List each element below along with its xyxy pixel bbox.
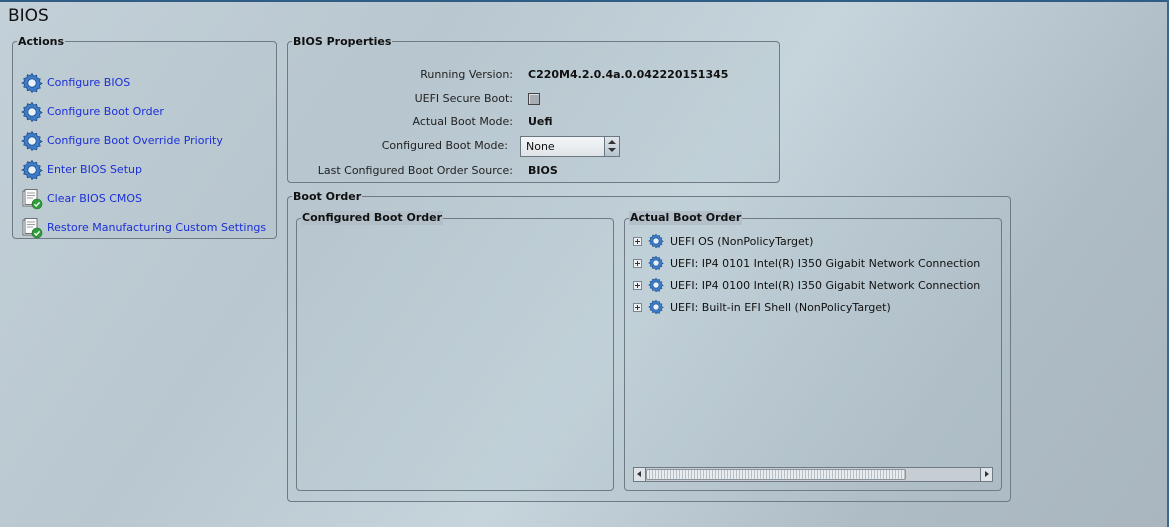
horizontal-scrollbar[interactable]: [633, 467, 993, 482]
actual-boot-order-legend: Actual Boot Order: [629, 211, 743, 225]
running-version-value: C220M4.2.0.4a.0.042220151345: [528, 68, 729, 81]
uefi-secure-boot-checkbox[interactable]: [528, 93, 540, 105]
configured-boot-mode-row: Configured Boot Mode: None: [288, 136, 777, 157]
tree-item-label: UEFI: IP4 0101 Intel(R) I350 Gigabit Net…: [670, 256, 981, 270]
clear-bios-cmos-link[interactable]: Clear BIOS CMOS: [21, 184, 266, 213]
expand-icon[interactable]: [633, 258, 642, 268]
running-version-row: Running Version: C220M4.2.0.4a.0.0422201…: [288, 67, 777, 83]
last-source-label: Last Configured Boot Order Source:: [317, 164, 513, 177]
last-source-value: BIOS: [528, 164, 558, 177]
boot-order-legend: Boot Order: [293, 190, 362, 203]
actions-legend: Actions: [18, 35, 64, 48]
expand-icon[interactable]: [633, 302, 642, 312]
tree-item-label: UEFI: IP4 0100 Intel(R) I350 Gigabit Net…: [670, 278, 981, 292]
restore-document-icon: [22, 217, 43, 238]
gear-icon: [648, 299, 664, 315]
uefi-secure-boot-label: UEFI Secure Boot:: [414, 92, 513, 105]
configured-boot-mode-select[interactable]: None: [520, 136, 620, 157]
gear-icon: [648, 233, 664, 249]
boot-order-panel: Boot Order Configured Boot Order Actual …: [287, 190, 1011, 502]
gear-icon: [21, 101, 43, 122]
gear-icon: [21, 159, 43, 180]
actual-boot-mode-row: Actual Boot Mode: Uefi: [288, 114, 777, 130]
action-label: Configure Boot Override Priority: [47, 134, 223, 147]
page-title: BIOS: [8, 6, 49, 26]
gear-icon: [648, 255, 664, 271]
action-label: Clear BIOS CMOS: [47, 192, 143, 205]
window-top-border: [0, 0, 1169, 2]
bios-properties-panel: BIOS Properties Running Version: C220M4.…: [287, 35, 780, 183]
configured-boot-order-legend: Configured Boot Order: [301, 211, 444, 225]
actions-list: Configure BIOS Configure Boot Order Conf…: [21, 68, 266, 242]
configure-bios-link[interactable]: Configure BIOS: [21, 68, 266, 97]
clear-document-icon: [22, 188, 43, 209]
configured-boot-mode-value: None: [526, 139, 555, 153]
expand-icon[interactable]: [633, 280, 642, 290]
uefi-secure-boot-row: UEFI Secure Boot:: [288, 91, 777, 107]
last-source-row: Last Configured Boot Order Source: BIOS: [288, 163, 777, 179]
gear-icon: [21, 130, 43, 151]
action-label: Configure Boot Order: [47, 105, 164, 118]
running-version-label: Running Version:: [420, 68, 513, 81]
actions-panel: Actions Configure BIOS Configure Boot Or…: [12, 35, 277, 239]
scrollbar-thumb[interactable]: [646, 469, 906, 480]
tree-item[interactable]: UEFI: IP4 0101 Intel(R) I350 Gigabit Net…: [633, 253, 980, 273]
gear-icon: [648, 277, 664, 293]
configured-boot-mode-label: Configured Boot Mode:: [381, 139, 508, 152]
enter-bios-setup-link[interactable]: Enter BIOS Setup: [21, 155, 266, 184]
actual-boot-mode-value: Uefi: [528, 115, 553, 128]
configure-boot-override-priority-link[interactable]: Configure Boot Override Priority: [21, 126, 266, 155]
actual-boot-order-panel: Actual Boot Order UEFI OS (NonPolicyTarg…: [624, 211, 1002, 491]
gear-icon: [21, 72, 43, 93]
scroll-right-arrow-icon[interactable]: [980, 468, 992, 481]
select-spinner-icon[interactable]: [604, 137, 619, 156]
scroll-left-arrow-icon[interactable]: [634, 468, 646, 481]
configure-boot-order-link[interactable]: Configure Boot Order: [21, 97, 266, 126]
expand-icon[interactable]: [633, 236, 642, 246]
configured-boot-order-panel[interactable]: Configured Boot Order: [296, 211, 614, 491]
restore-manufacturing-custom-settings-link[interactable]: Restore Manufacturing Custom Settings: [21, 213, 266, 242]
tree-item[interactable]: UEFI OS (NonPolicyTarget): [633, 231, 813, 251]
action-label: Configure BIOS: [47, 76, 131, 89]
action-label: Restore Manufacturing Custom Settings: [47, 221, 267, 234]
action-label: Enter BIOS Setup: [47, 163, 142, 176]
actual-boot-mode-label: Actual Boot Mode:: [412, 115, 513, 128]
tree-item-label: UEFI: Built-in EFI Shell (NonPolicyTarge…: [670, 300, 891, 314]
bios-properties-legend: BIOS Properties: [293, 35, 392, 48]
tree-item-label: UEFI OS (NonPolicyTarget): [670, 234, 814, 248]
tree-item[interactable]: UEFI: Built-in EFI Shell (NonPolicyTarge…: [633, 297, 891, 317]
tree-item[interactable]: UEFI: IP4 0100 Intel(R) I350 Gigabit Net…: [633, 275, 980, 295]
